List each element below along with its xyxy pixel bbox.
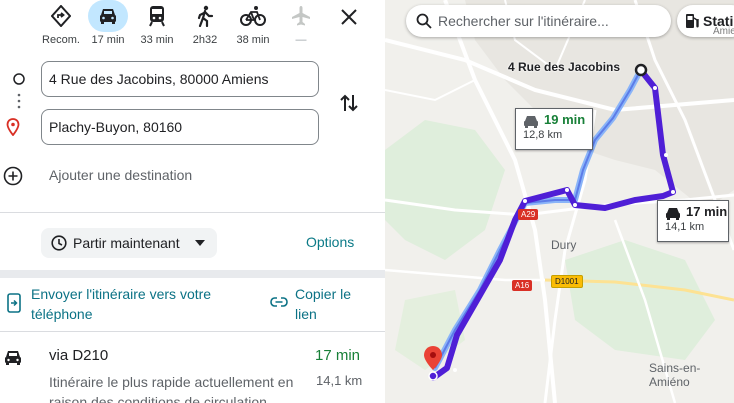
mode-driving[interactable]: 17 min [84, 0, 132, 52]
road-a29-label: A29 [518, 209, 539, 220]
link-icon [270, 297, 288, 307]
mode-transit[interactable]: 33 min [133, 0, 181, 52]
map-search-box[interactable]: Rechercher sur l'itinéraire... [406, 5, 671, 37]
destination-input[interactable] [41, 109, 319, 145]
car-icon [666, 208, 680, 220]
copy-link-button[interactable]: Copier le lien [295, 284, 365, 324]
main-route-distance: 14,1 km [665, 221, 705, 233]
map-view[interactable]: Rechercher sur l'itinéraire... Stati Ami… [385, 0, 734, 403]
search-icon [416, 13, 432, 29]
place-label: Dury [551, 238, 577, 252]
mode-cycling[interactable]: 38 min [229, 0, 277, 52]
place-label: Sains-en-Amiéno [649, 361, 701, 389]
send-to-phone-icon [7, 293, 21, 313]
car-icon [5, 351, 21, 365]
car-icon [88, 0, 128, 32]
divider [0, 331, 385, 332]
walk-icon [185, 0, 225, 32]
place-label: Amiens [713, 26, 734, 37]
main-route-time: 17 min [686, 204, 728, 219]
fuel-icon [686, 14, 699, 28]
caret-down-icon [195, 240, 205, 246]
travel-mode-bar: Recom. 17 min 33 min 2h32 38 min — [0, 0, 385, 52]
swap-icon[interactable] [338, 92, 360, 114]
route-description: Itinéraire le plus rapide actuellement e… [49, 374, 294, 403]
origin-map-label: 4 Rue des Jacobins [508, 60, 621, 74]
train-icon [137, 0, 177, 32]
main-route-callout[interactable]: 17 min 14,1 km [657, 200, 729, 242]
destination-pin-icon [6, 118, 20, 136]
road-a16-label: A16 [512, 280, 533, 291]
add-destination-link[interactable]: Ajouter une destination [49, 167, 192, 183]
mode-flight[interactable]: — [277, 0, 325, 52]
origin-input[interactable] [41, 61, 319, 97]
search-placeholder: Rechercher sur l'itinéraire... [438, 13, 609, 29]
divider [0, 212, 385, 213]
mode-label: — [295, 34, 307, 46]
road-d1001-label: D1001 [551, 275, 583, 288]
route-distance: 14,1 km [316, 373, 363, 388]
bike-icon [233, 0, 273, 32]
close-icon[interactable] [336, 4, 362, 30]
plane-icon [281, 0, 321, 32]
alt-route-time: 19 min [544, 112, 586, 127]
send-to-phone-link[interactable]: Envoyer l'itinéraire vers votre téléphon… [31, 284, 241, 324]
mode-walking[interactable]: 2h32 [181, 0, 229, 52]
add-destination-icon[interactable] [3, 166, 23, 186]
alt-route-distance: 12,8 km [523, 129, 563, 141]
leave-now-label: Partir maintenant [73, 235, 180, 251]
options-button[interactable]: Options [306, 234, 354, 250]
car-icon [524, 116, 538, 128]
diamond-turn-icon [41, 0, 81, 32]
clock-icon [51, 235, 67, 251]
directions-panel: Recom. 17 min 33 min 2h32 38 min — 4 Rue… [0, 0, 385, 403]
route-title[interactable]: via D210 [49, 347, 108, 364]
leave-now-dropdown[interactable]: Partir maintenant [41, 228, 217, 258]
route-time: 17 min [315, 347, 361, 364]
section-separator [0, 270, 385, 278]
alt-route-callout[interactable]: 19 min 12,8 km [515, 108, 593, 150]
